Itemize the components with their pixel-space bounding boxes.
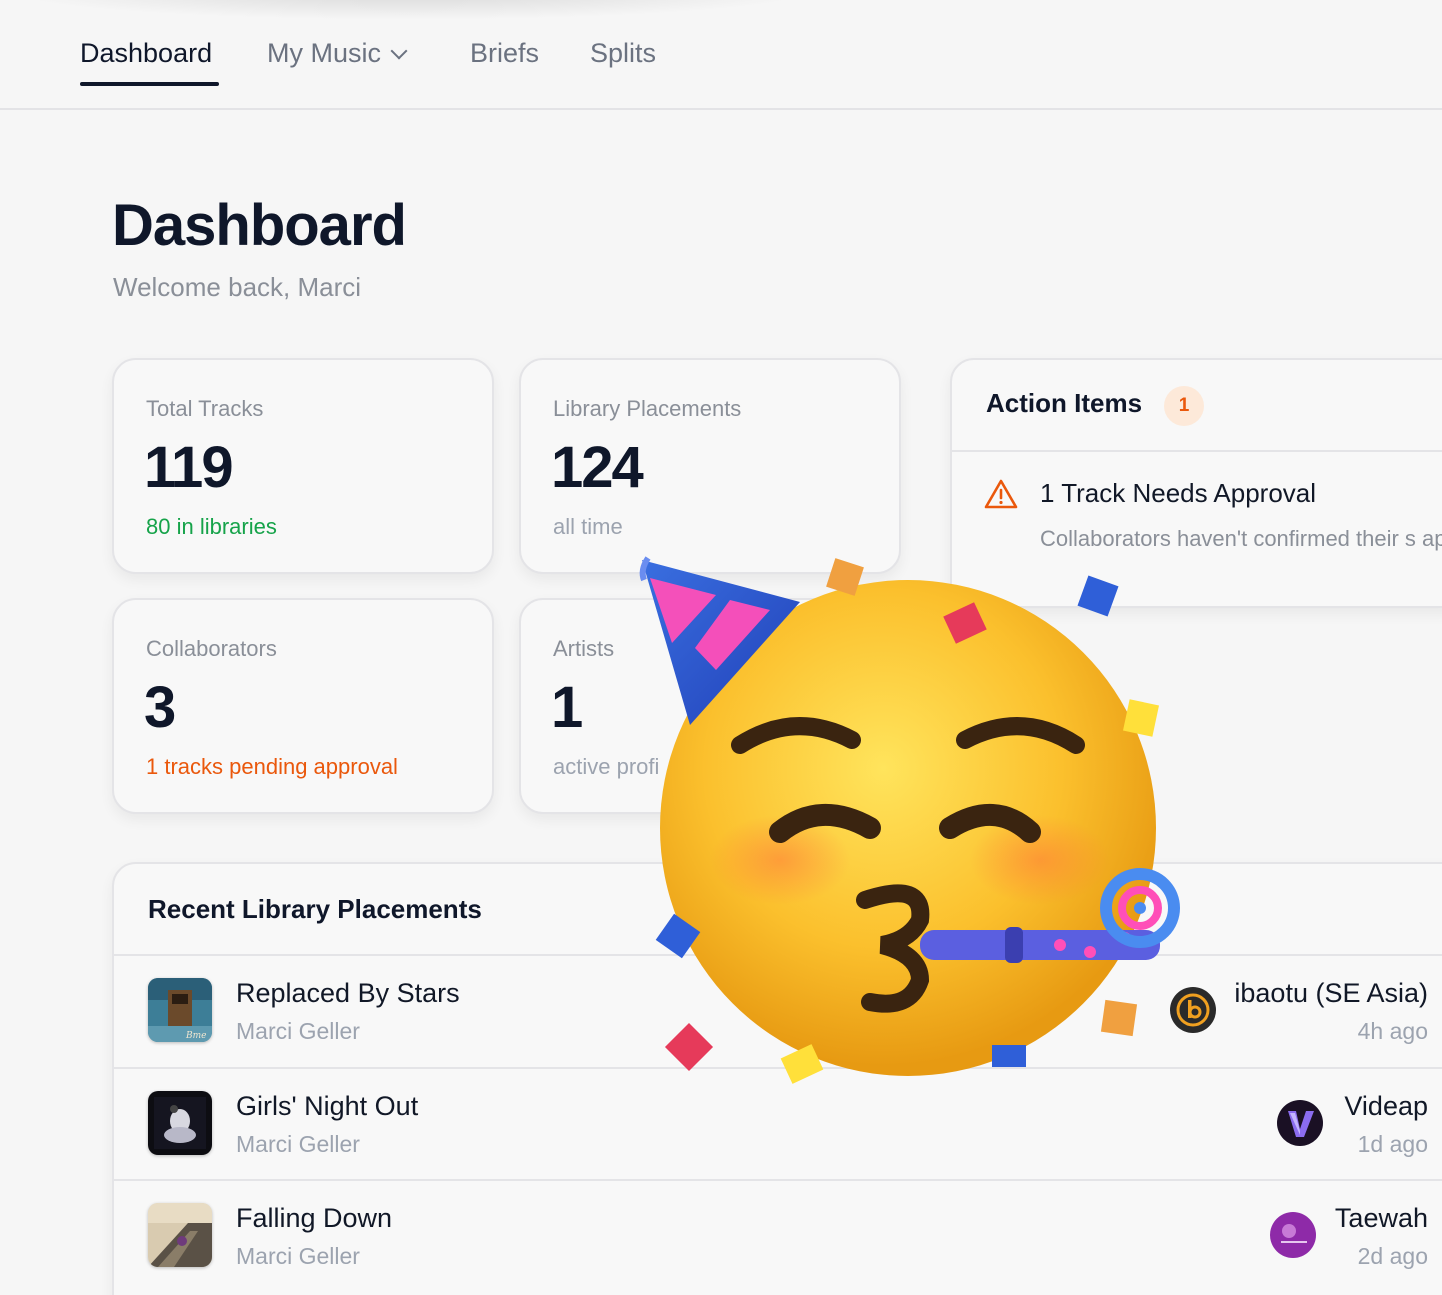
tab-splits[interactable]: Splits xyxy=(590,38,656,69)
library-name: ibaotu (SE Asia) xyxy=(1234,978,1428,1008)
stat-value: 1 xyxy=(551,675,583,740)
chevron-down-icon xyxy=(390,42,408,59)
tab-my-music-label: My Music xyxy=(267,38,381,68)
track-title: Replaced By Stars xyxy=(236,978,460,1008)
page-title: Dashboard xyxy=(112,193,407,258)
stat-label: Collaborators xyxy=(146,636,277,661)
tab-my-music[interactable]: My Music xyxy=(267,38,408,69)
warning-icon xyxy=(984,479,1018,509)
placement-time: 4h ago xyxy=(1357,1018,1428,1044)
videap-logo-icon xyxy=(1277,1100,1323,1146)
top-nav: Dashboard My Music Briefs Splits xyxy=(0,0,1442,110)
party-face-emoji-icon xyxy=(639,556,1180,1084)
stat-card-total-tracks[interactable]: Total Tracks 119 80 in libraries xyxy=(112,358,494,574)
tab-splits-label: Splits xyxy=(590,38,657,68)
divider xyxy=(952,450,1442,452)
stat-label: Artists xyxy=(553,636,615,661)
album-art-thumbnail: Bme xyxy=(148,978,212,1042)
stat-card-collaborators[interactable]: Collaborators 3 1 tracks pending approva… xyxy=(112,598,494,814)
track-title: Girls' Night Out xyxy=(236,1091,419,1121)
page-subtitle: Welcome back, Marci xyxy=(113,272,362,302)
action-item-title[interactable]: 1 Track Needs Approval xyxy=(1040,478,1316,509)
stat-value: 119 xyxy=(144,435,234,500)
active-tab-indicator xyxy=(80,82,219,86)
tab-briefs[interactable]: Briefs xyxy=(470,38,539,69)
tab-dashboard-label: Dashboard xyxy=(80,38,213,68)
nav-shadow xyxy=(0,0,820,20)
track-artist: Marci Geller xyxy=(236,1018,360,1044)
library-name: Videap xyxy=(1344,1091,1428,1121)
taewah-logo-icon xyxy=(1270,1212,1316,1258)
tab-dashboard[interactable]: Dashboard xyxy=(80,38,212,69)
placement-row[interactable]: Falling Down Marci Geller Taewah 2d ago xyxy=(114,1181,1442,1293)
track-artist: Marci Geller xyxy=(236,1131,360,1157)
recent-placements-title: Recent Library Placements xyxy=(148,894,482,924)
stat-value: 3 xyxy=(144,675,176,740)
album-art-thumbnail xyxy=(148,1091,212,1155)
placement-time: 1d ago xyxy=(1357,1131,1428,1157)
stat-note: 80 in libraries xyxy=(146,514,277,539)
action-items-count-badge: 1 xyxy=(1164,386,1204,426)
track-title: Falling Down xyxy=(236,1203,393,1233)
app-root: Dashboard My Music Briefs Splits Dashboa… xyxy=(0,0,1442,1295)
stat-label: Library Placements xyxy=(553,396,742,421)
library-name: Taewah xyxy=(1334,1203,1428,1233)
album-art-thumbnail xyxy=(148,1203,212,1267)
stat-label: Total Tracks xyxy=(146,396,264,421)
placement-time: 2d ago xyxy=(1357,1243,1428,1269)
svg-text:Bme: Bme xyxy=(185,1031,206,1041)
tab-briefs-label: Briefs xyxy=(470,38,540,68)
track-artist: Marci Geller xyxy=(236,1243,360,1269)
stat-note: all time xyxy=(553,514,623,539)
action-items-title: Action Items xyxy=(986,388,1143,418)
stat-value: 124 xyxy=(551,435,644,500)
stat-note: 1 tracks pending approval xyxy=(146,754,398,779)
